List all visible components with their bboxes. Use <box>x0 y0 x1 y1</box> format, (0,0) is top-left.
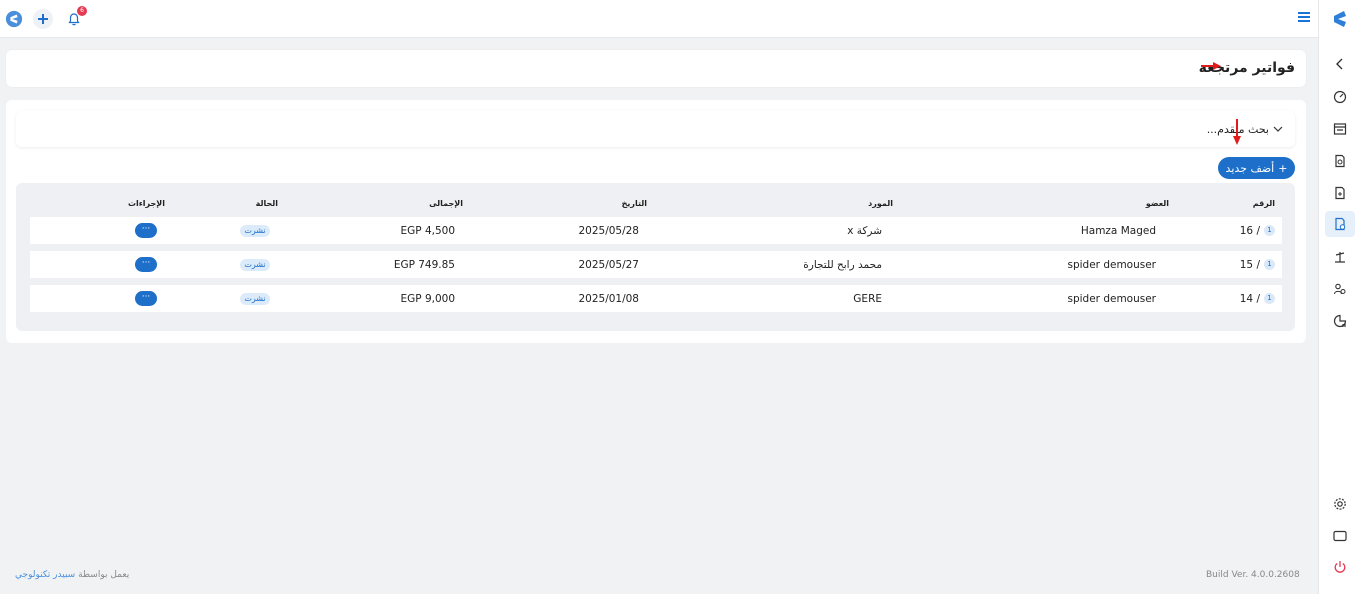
status-badge: نشرت <box>240 293 270 305</box>
row-date: 2025/05/27 <box>578 259 639 271</box>
row-actions-button[interactable]: ··· <box>135 257 157 272</box>
reports-icon[interactable] <box>1329 310 1351 332</box>
row-supplier: شركة x <box>847 225 882 237</box>
users-icon[interactable] <box>1329 278 1351 300</box>
header-supplier: المورد <box>868 199 893 208</box>
row-supplier: محمد رابح للتجارة <box>803 259 882 271</box>
balance-icon[interactable] <box>1329 246 1351 268</box>
page-header: فواتير مرتجعة <box>6 50 1306 87</box>
build-version: Build Ver. 4.0.0.2608 <box>1206 570 1300 580</box>
returns-table: الرقم العضو المورد التاريخ الإجمالى الحا… <box>16 183 1295 331</box>
notifications-button[interactable]: 6 <box>64 6 87 29</box>
row-badge: 1 <box>1264 225 1275 236</box>
row-total: EGP 749.85 <box>393 259 455 271</box>
search-doc-icon[interactable] <box>1329 150 1351 172</box>
menu-icon[interactable] <box>1298 12 1310 22</box>
settings-icon[interactable] <box>1329 493 1351 515</box>
returns-icon[interactable] <box>1325 211 1355 237</box>
chevron-left-icon[interactable] <box>1329 53 1351 75</box>
row-number: 14 / <box>1239 293 1260 305</box>
main-card: بحث متقدم... + أضف جديد الرقم العضو المو… <box>6 100 1306 343</box>
arrow-annotation-icon <box>1200 61 1222 74</box>
header-date: التاريخ <box>621 199 647 208</box>
header-total: الإجمالى <box>429 199 463 208</box>
powered-by: يعمل بواسطة سبيدر تكنولوجي <box>15 570 129 580</box>
row-member: spider demouser <box>1067 293 1156 305</box>
add-new-label: أضف جديد <box>1225 161 1275 175</box>
powered-by-link[interactable]: سبيدر تكنولوجي <box>15 570 75 580</box>
advanced-search-panel[interactable]: بحث متقدم... <box>16 111 1295 147</box>
status-badge: نشرت <box>240 259 270 271</box>
row-member: Hamza Maged <box>1080 225 1156 237</box>
header-actions: الإجراءات <box>127 199 165 208</box>
header-number: الرقم <box>1252 199 1275 208</box>
notification-count-badge: 6 <box>77 6 87 16</box>
sidebar <box>1318 0 1359 594</box>
row-member: spider demouser <box>1067 259 1156 271</box>
row-actions-button[interactable]: ··· <box>135 223 157 238</box>
status-badge: نشرت <box>240 225 270 237</box>
dashboard-icon[interactable] <box>1329 86 1351 108</box>
quick-add-button[interactable] <box>33 9 53 29</box>
arrow-annotation-icon <box>1232 118 1242 149</box>
invoice-list-icon[interactable] <box>1329 118 1351 140</box>
row-number: 16 / <box>1239 225 1260 237</box>
app-logo-icon[interactable] <box>4 9 24 29</box>
add-new-button[interactable]: + أضف جديد <box>1218 157 1295 179</box>
row-date: 2025/05/28 <box>578 225 639 237</box>
chevron-down-icon <box>1273 123 1283 136</box>
header-member: العضو <box>1145 199 1169 208</box>
brand-logo-icon[interactable] <box>1329 8 1351 30</box>
row-total: EGP 4,500 <box>400 225 456 237</box>
row-total: EGP 9,000 <box>400 293 456 305</box>
table-row[interactable]: 1 14 / spider demouser GERE 2025/01/08 E… <box>30 285 1282 312</box>
row-number: 15 / <box>1239 259 1260 271</box>
power-icon[interactable] <box>1329 556 1351 578</box>
row-badge: 1 <box>1264 259 1275 270</box>
row-badge: 1 <box>1264 293 1275 304</box>
file-convert-icon[interactable] <box>1329 182 1351 204</box>
row-date: 2025/01/08 <box>578 293 639 305</box>
table-row[interactable]: 1 16 / Hamza Maged شركة x 2025/05/28 EGP… <box>30 217 1282 244</box>
header-status: الحالة <box>255 199 278 208</box>
plus-icon: + <box>1278 161 1288 175</box>
table-row[interactable]: 1 15 / spider demouser محمد رابح للتجارة… <box>30 251 1282 278</box>
powered-by-prefix: يعمل بواسطة <box>78 570 130 580</box>
window-icon[interactable] <box>1329 525 1351 547</box>
row-supplier: GERE <box>853 293 882 305</box>
row-actions-button[interactable]: ··· <box>135 291 157 306</box>
top-bar: 6 <box>0 0 1318 38</box>
